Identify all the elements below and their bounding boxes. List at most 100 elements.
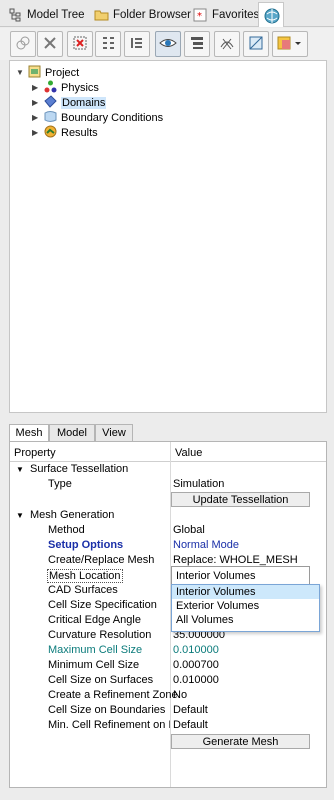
tree-item-label: Boundary Conditions [61, 111, 164, 124]
tab-mesh[interactable]: Mesh [9, 424, 49, 442]
dropdown-option[interactable]: All Volumes [172, 613, 319, 627]
property-label: Setup Options [48, 539, 124, 551]
boundary-conditions-icon [44, 110, 57, 126]
group-surface-tessellation[interactable]: ▼ Surface Tessellation [10, 462, 326, 477]
table-row[interactable]: Type Simulation [10, 477, 326, 492]
link-icon [15, 35, 31, 54]
property-label: Cell Size on Surfaces [48, 674, 154, 686]
property-value: Global [173, 524, 205, 536]
table-row[interactable]: Minimum Cell Size 0.000700 [10, 658, 326, 673]
filter-button[interactable] [67, 31, 93, 57]
top-tab-bar: Model Tree Folder Browser * Favorites [0, 0, 334, 27]
expand-list-button[interactable] [95, 31, 121, 57]
collapse-list-button[interactable] [124, 31, 150, 57]
property-label: Method [48, 524, 85, 536]
property-label: Minimum Cell Size [48, 659, 140, 671]
update-tessellation-button[interactable]: Update Tessellation [171, 492, 310, 507]
mesh-location-dropdown: Interior Volumes Exterior Volumes All Vo… [171, 584, 320, 632]
table-row[interactable]: Cell Size on Boundaries Default [10, 703, 326, 718]
table-row[interactable]: Setup Options Normal Mode [10, 538, 326, 553]
delete-icon [42, 35, 58, 54]
collapse-arrow-icon[interactable]: ▼ [16, 68, 24, 77]
domains-icon [44, 94, 57, 111]
tab-model[interactable]: Model [49, 424, 95, 442]
tree-root[interactable]: ▼ Project [16, 65, 79, 80]
property-label: Mesh Location [47, 569, 123, 583]
table-header: Property Value [10, 442, 326, 462]
color-button[interactable] [272, 31, 308, 57]
visibility-button[interactable] [155, 31, 181, 57]
property-value: Replace: WHOLE_MESH [173, 554, 298, 566]
tab-favorites[interactable]: * Favorites [189, 2, 263, 27]
group-mesh-generation[interactable]: ▼ Mesh Generation [10, 508, 326, 523]
link-button[interactable] [10, 31, 36, 57]
dropdown-option[interactable]: Exterior Volumes [172, 599, 319, 613]
tree-item-results[interactable]: ▶ Results [32, 125, 98, 140]
svg-text:*: * [197, 11, 202, 22]
property-value: 0.010000 [173, 674, 219, 686]
expand-list-icon [100, 35, 116, 54]
delete-button[interactable] [37, 31, 63, 57]
favorites-icon: * [193, 8, 207, 22]
tab-model-tree[interactable]: Model Tree [4, 2, 89, 27]
tab-label: Model Tree [27, 8, 85, 21]
property-table: Property Value ▼ Surface Tessellation Ty… [9, 441, 327, 788]
panel-button[interactable] [243, 31, 269, 57]
property-label: Create/Replace Mesh [48, 554, 155, 566]
property-label: Maximum Cell Size [48, 644, 143, 656]
column-header-property: Property [14, 447, 56, 459]
collapse-arrow-icon[interactable]: ▼ [16, 511, 24, 520]
simulation-globe-icon [264, 8, 280, 24]
expand-arrow-icon[interactable]: ▶ [32, 83, 40, 92]
column-header-value: Value [175, 447, 203, 459]
mesh-icon [219, 35, 235, 54]
expand-arrow-icon[interactable]: ▶ [32, 113, 40, 122]
property-label: Curvature Resolution [48, 629, 152, 641]
table-row[interactable]: Cell Size on Surfaces 0.010000 [10, 673, 326, 688]
tab-simulation[interactable] [258, 2, 284, 27]
tree-item-boundary-conditions[interactable]: ▶ Boundary Conditions [32, 110, 163, 125]
property-value: No [173, 689, 188, 701]
tab-label: Folder Browser [113, 8, 191, 21]
physics-icon [44, 80, 57, 96]
property-label: Min. Cell Refinement on Bo [48, 719, 170, 731]
filter-icon [72, 35, 88, 54]
property-value: Default [173, 719, 208, 731]
table-row[interactable]: Method Global [10, 523, 326, 538]
table-row[interactable]: Create a Refinement Zone No [10, 688, 326, 703]
property-value: 0.000700 [173, 659, 219, 671]
tab-view[interactable]: View [95, 424, 133, 442]
tree-view-icon [189, 35, 205, 54]
dropdown-option[interactable]: Interior Volumes [172, 585, 319, 599]
generate-mesh-button[interactable]: Generate Mesh [171, 734, 310, 749]
table-row[interactable]: Min. Cell Refinement on Bo Default [10, 718, 326, 733]
tree-item-domains[interactable]: ▶ Domains [32, 94, 107, 111]
mesh-button[interactable] [214, 31, 240, 57]
property-label: Type [48, 478, 72, 490]
folder-browser-icon [94, 8, 109, 22]
collapse-arrow-icon[interactable]: ▼ [16, 465, 24, 474]
property-label: Create a Refinement Zone [48, 689, 178, 701]
group-label: Mesh Generation [30, 509, 115, 521]
tab-folder-browser[interactable]: Folder Browser [90, 2, 195, 27]
table-row[interactable]: Maximum Cell Size 0.010000 [10, 643, 326, 658]
tree-item-physics[interactable]: ▶ Physics [32, 80, 99, 95]
expand-arrow-icon[interactable]: ▶ [32, 98, 40, 107]
group-label: Surface Tessellation [30, 463, 129, 475]
tree-view-button[interactable] [184, 31, 210, 57]
property-value: Simulation [173, 478, 225, 490]
eye-icon [159, 35, 177, 54]
color-icon [276, 35, 304, 54]
property-value: 0.010000 [173, 644, 219, 656]
property-label: Cell Size on Boundaries [48, 704, 166, 716]
tree-item-label: Physics [61, 81, 99, 94]
expand-arrow-icon[interactable]: ▶ [32, 128, 40, 137]
project-icon [28, 65, 41, 81]
toolbar [0, 28, 334, 60]
tree-item-label: Domains [61, 96, 107, 109]
results-icon [44, 125, 57, 141]
collapse-list-icon [129, 35, 145, 54]
property-value: Default [173, 704, 208, 716]
model-tree: ▼ Project ▶ Physics ▶ Domains ▶ Boundary… [9, 60, 327, 413]
model-tree-icon [8, 8, 22, 22]
